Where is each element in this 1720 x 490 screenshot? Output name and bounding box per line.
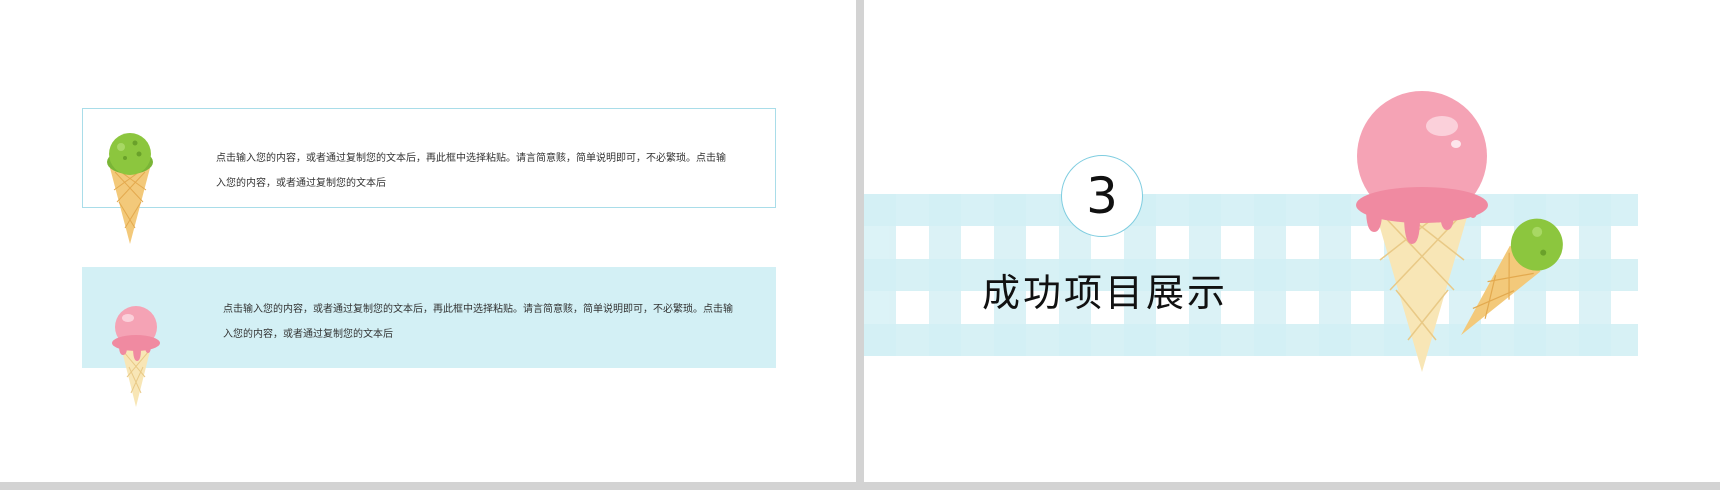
ice-cream-illustration	[1356, 91, 1563, 372]
slide-right[interactable]: 3 成功项目展示	[864, 0, 1720, 482]
section-title[interactable]: 成功项目展示	[982, 262, 1228, 317]
slide-left[interactable]: 点击输入您的内容，或者通过复制您的文本后，再此框中选择粘贴。请言简意赅，简单说明…	[0, 0, 856, 482]
section-number: 3	[1061, 155, 1143, 237]
content-text-1[interactable]: 点击输入您的内容，或者通过复制您的文本后，再此框中选择粘贴。请言简意赅，简单说明…	[216, 146, 726, 196]
content-text-2[interactable]: 点击输入您的内容，或者通过复制您的文本后，再此框中选择粘贴。请言简意赅，简单说明…	[223, 297, 733, 347]
green-ice-cream-cone-icon	[107, 133, 153, 244]
pink-ice-cream-cone-icon	[112, 306, 160, 407]
